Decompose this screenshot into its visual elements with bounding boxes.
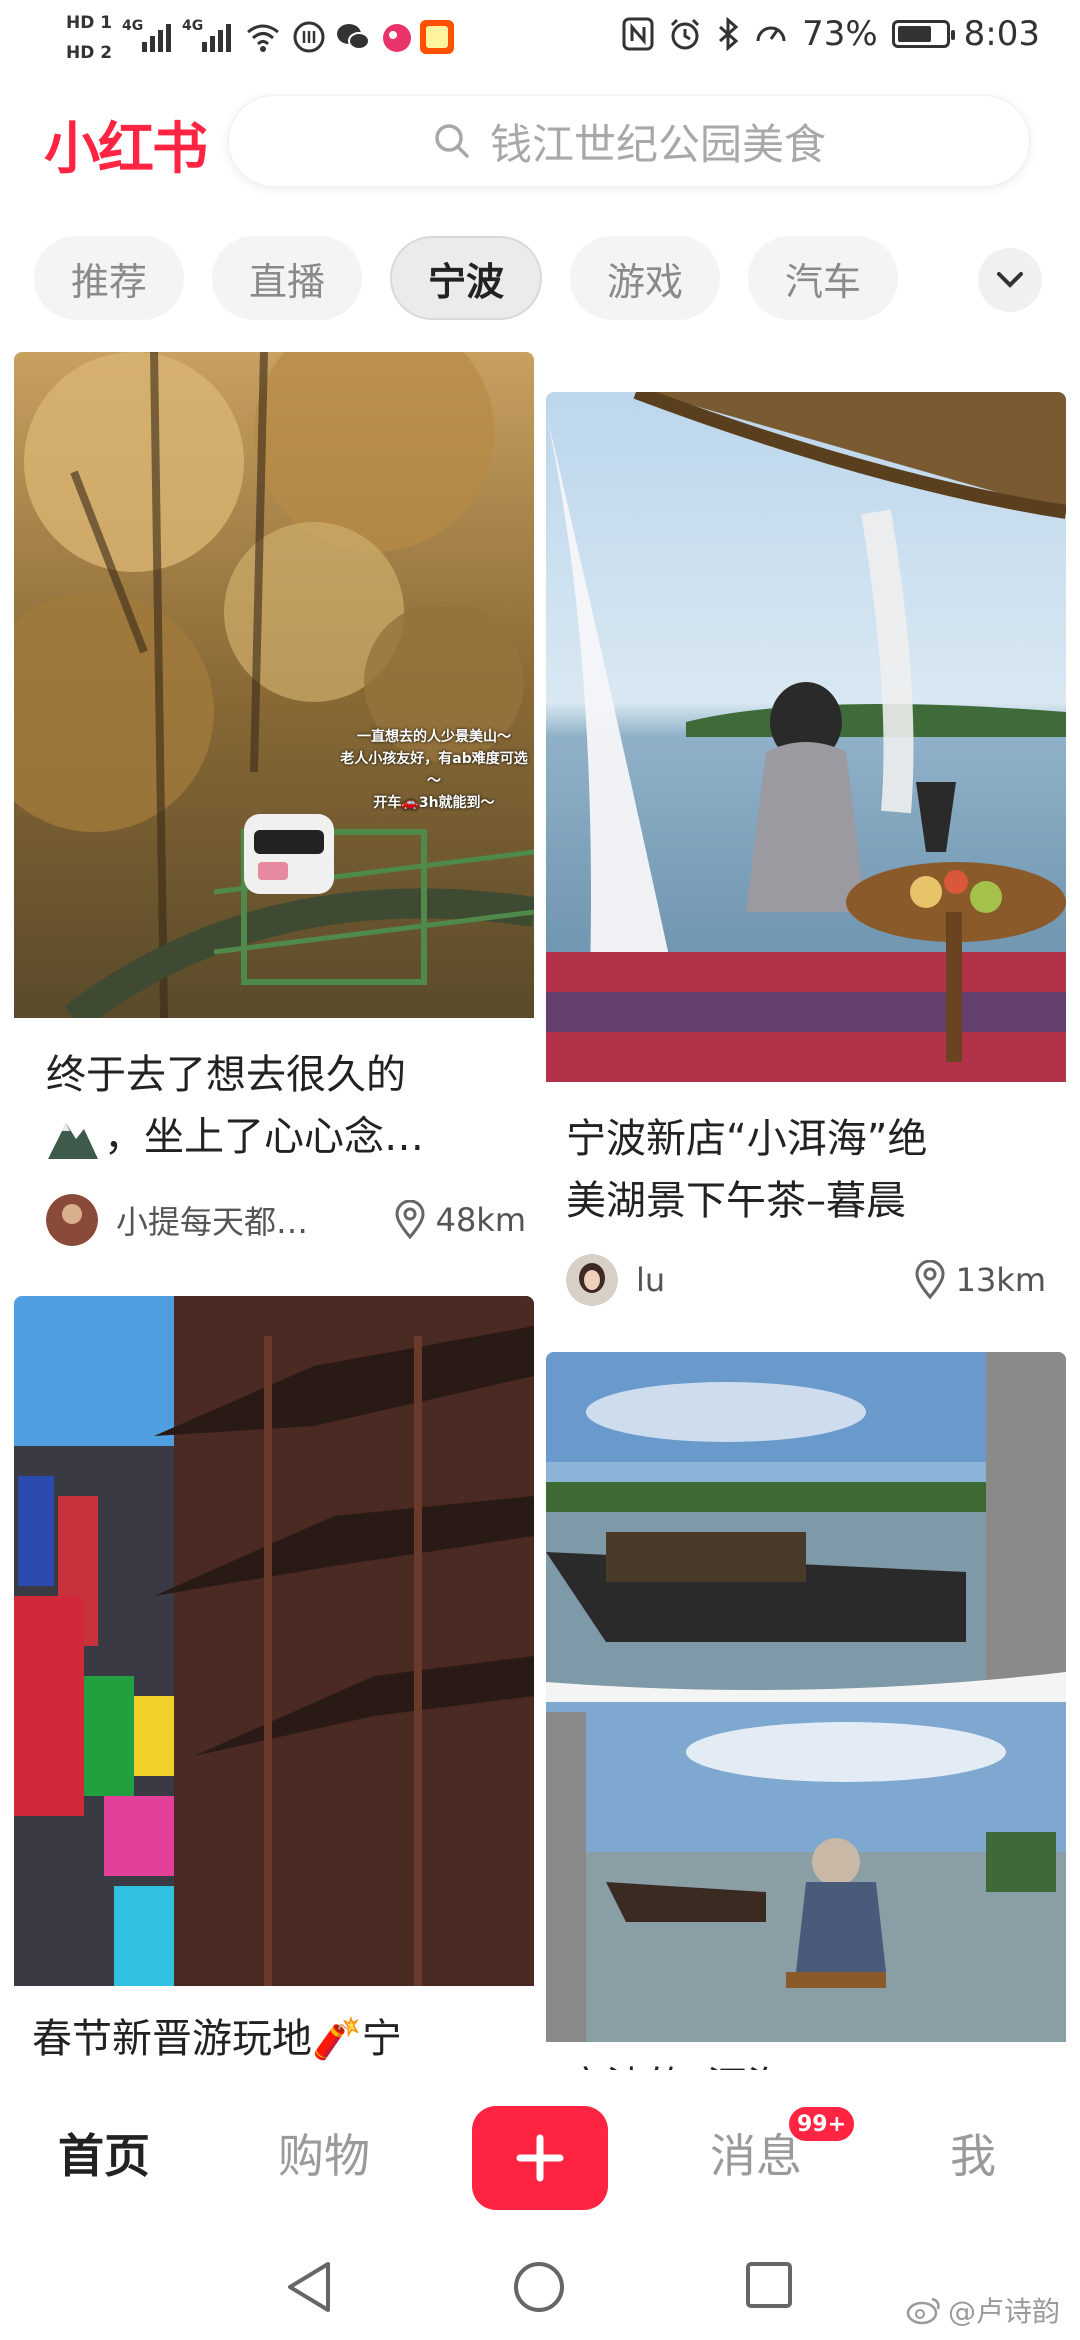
net-type-1: 4G xyxy=(122,18,144,34)
channel-tabs: 推荐 直播 宁波 游戏 汽车 xyxy=(34,236,899,320)
bottom-nav: 首页 购物 消息 99+ 我 xyxy=(0,2070,1080,2230)
card-title: 宁波新店“小洱海”绝 美湖景下午茶–暮晨 xyxy=(566,1116,928,1224)
battery-icon xyxy=(891,20,955,48)
battery-percent: 73% xyxy=(802,14,878,54)
nfc-icon xyxy=(622,17,654,51)
speed-icon xyxy=(756,26,786,42)
location-pin-icon xyxy=(915,1260,945,1300)
bluetooth-icon xyxy=(719,17,739,51)
net-type-2: 4G xyxy=(182,18,204,34)
post-button[interactable] xyxy=(472,2106,608,2210)
feed-card[interactable]: 宁波新店“小洱海”绝 美湖景下午茶–暮晨 lu 13km xyxy=(546,392,1066,1312)
distance: 13km xyxy=(955,1261,1046,1299)
tab-games[interactable]: 游戏 xyxy=(570,236,721,320)
hd1-label: HD 1 xyxy=(66,13,113,33)
card-cover-image xyxy=(546,392,1066,1082)
hd2-label: HD 2 xyxy=(66,43,113,63)
weibo-icon xyxy=(906,2297,940,2325)
status-bar: HD 1 HD 2 4G 4G 73% 8:03 xyxy=(0,0,1080,80)
author-name: lu xyxy=(636,1261,666,1299)
taobao-icon xyxy=(420,20,454,54)
feed-card[interactable]: 春节新晋游玩地🧨宁 xyxy=(14,1296,534,2076)
card-cover-image xyxy=(14,1296,534,1986)
cover-caption: 一直想去的人少景美山～ 老人小孩友好，有ab难度可选～ 开车🚗3h就能到～ xyxy=(340,729,528,811)
card-title: 终于去了想去很久的 ，坐上了心心念… xyxy=(46,1052,424,1160)
watermark: @卢诗韵 xyxy=(906,2290,1060,2330)
chevron-down-icon xyxy=(997,272,1023,288)
nav-me[interactable]: 我 xyxy=(950,2120,996,2186)
nav-home[interactable]: 首页 xyxy=(58,2120,150,2186)
tab-recommend[interactable]: 推荐 xyxy=(34,236,184,320)
watermark-text: @卢诗韵 xyxy=(947,2295,1060,2328)
card-meta: lu 13km xyxy=(566,1254,1046,1306)
recents-icon[interactable] xyxy=(744,2260,794,2310)
tabs-expand-button[interactable] xyxy=(978,248,1042,312)
search-icon xyxy=(435,124,469,158)
nav-shop[interactable]: 购物 xyxy=(278,2120,370,2186)
signal-1-icon xyxy=(142,24,171,52)
card-meta: 小提每天都… 48km xyxy=(46,1194,526,1246)
distance: 48km xyxy=(435,1201,526,1239)
mountain-icon xyxy=(48,1123,98,1159)
author-name: 小提每天都… xyxy=(116,1203,309,1241)
feed-card[interactable]: 宁波的“洱海” xyxy=(546,1352,1066,2072)
app-logo[interactable]: 小红书 xyxy=(44,104,208,185)
card-cover-image xyxy=(546,1352,1066,2042)
plus-icon xyxy=(516,2134,564,2182)
search-bar[interactable]: 钱江世纪公园美食 xyxy=(228,95,1030,187)
clock: 8:03 xyxy=(963,14,1040,54)
tab-ningbo[interactable]: 宁波 xyxy=(390,236,543,320)
tab-cars[interactable]: 汽车 xyxy=(748,236,899,320)
tab-live[interactable]: 直播 xyxy=(212,236,362,320)
back-icon[interactable] xyxy=(284,2260,334,2314)
hd-indicator: HD 1 HD 2 xyxy=(66,8,116,68)
app-notification-icon xyxy=(383,24,411,52)
avatar[interactable] xyxy=(566,1254,618,1306)
feed-card[interactable]: 一直想去的人少景美山～ 老人小孩友好，有ab难度可选～ 开车🚗3h就能到～ 终于… xyxy=(14,352,534,1252)
wifi-icon xyxy=(247,24,279,52)
status-right-group: 73% 8:03 xyxy=(622,14,1040,54)
alarm-icon xyxy=(671,18,700,50)
messages-badge: 99+ xyxy=(786,2104,858,2144)
data-saver-icon xyxy=(293,21,325,53)
card-title: 春节新晋游玩地🧨宁 xyxy=(32,2016,402,2062)
wechat-icon xyxy=(337,24,370,50)
card-cover-image xyxy=(14,352,534,1018)
home-icon[interactable] xyxy=(512,2260,566,2314)
location-pin-icon xyxy=(395,1200,425,1240)
avatar[interactable] xyxy=(46,1194,98,1246)
signal-2-icon xyxy=(202,24,231,52)
search-placeholder: 钱江世纪公园美食 xyxy=(489,119,826,169)
